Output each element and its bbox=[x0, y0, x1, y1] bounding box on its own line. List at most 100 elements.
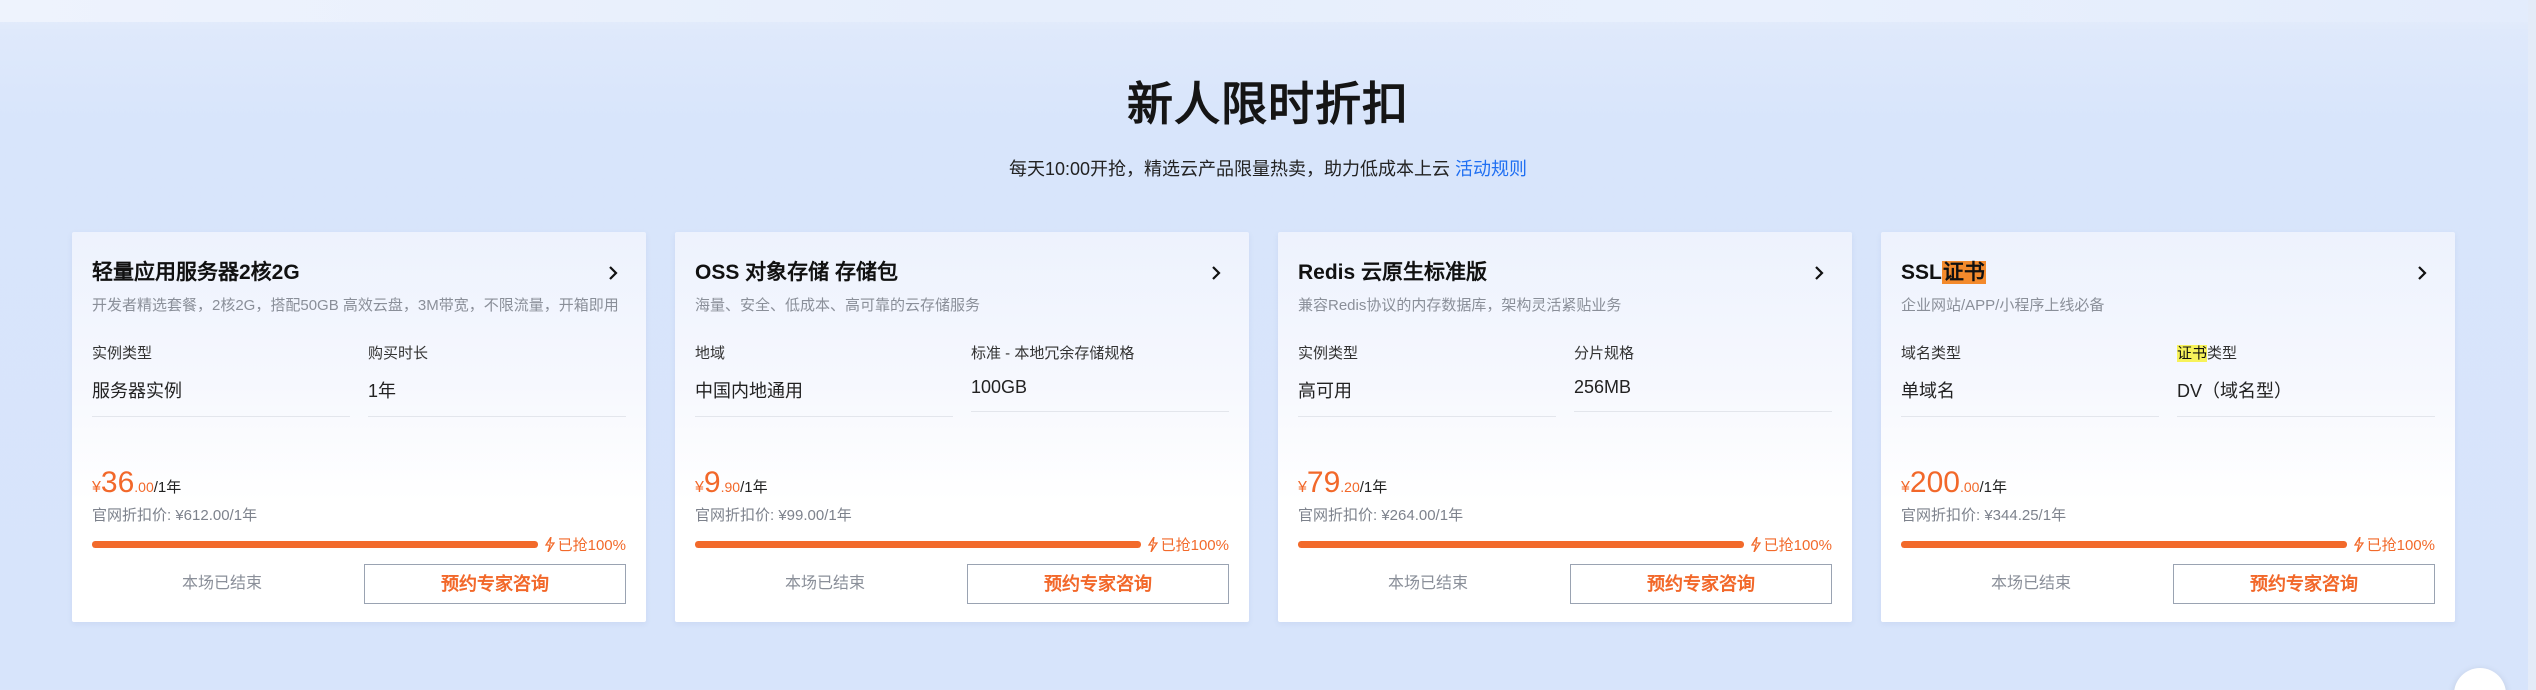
card-header[interactable]: SSL证书 bbox=[1901, 258, 2435, 288]
price-decimal: .90 bbox=[720, 479, 741, 495]
sold-status: 已抢100% bbox=[1147, 534, 1229, 555]
price: ¥200.00/1年 bbox=[1901, 466, 2007, 500]
spec-value: 高可用 bbox=[1298, 377, 1556, 417]
spec-label: 标准 - 本地冗余存储规格 bbox=[971, 345, 1135, 362]
chevron-right-icon bbox=[609, 266, 618, 280]
card-header[interactable]: Redis 云原生标准版 bbox=[1298, 258, 1832, 288]
subtitle-text: 每天10:00开抢，精选云产品限量热卖，助力低成本上云 bbox=[1008, 159, 1451, 179]
spec-label: 域名类型 bbox=[1901, 345, 1962, 362]
card-title: SSL证书 bbox=[1901, 258, 2435, 288]
sold-progress-bar bbox=[1298, 541, 1744, 548]
price-decimal: .20 bbox=[1340, 479, 1360, 495]
sold-status: 已抢100% bbox=[544, 534, 626, 555]
spec-region: 地域 中国内地通用 bbox=[695, 342, 953, 417]
price-integer: 79 bbox=[1306, 466, 1341, 499]
spec-value: 100GB bbox=[971, 377, 1229, 412]
consult-expert-button[interactable]: 预约专家咨询 bbox=[967, 564, 1229, 604]
product-card-redis: Redis 云原生标准版 兼容Redis协议的内存数据库，架构灵活紧贴业务 实例… bbox=[1278, 232, 1852, 622]
price-unit: /1年 bbox=[1979, 479, 2007, 496]
sold-text: 已抢100% bbox=[2366, 537, 2435, 554]
back-to-top-button[interactable] bbox=[2454, 668, 2506, 690]
spec-value: 256MB bbox=[1574, 377, 1832, 412]
consult-expert-button[interactable]: 预约专家咨询 bbox=[2173, 564, 2435, 604]
top-band bbox=[0, 0, 2536, 22]
sold-text: 已抢100% bbox=[1160, 537, 1229, 554]
original-price: 官网折扣价: ¥612.00/1年 bbox=[92, 507, 258, 524]
session-ended-label: 本场已结束 bbox=[1990, 575, 2071, 592]
sold-text: 已抢100% bbox=[557, 537, 626, 554]
progress-fill bbox=[1901, 541, 2347, 548]
card-description: 企业网站/APP/小程序上线必备 bbox=[1901, 297, 2105, 314]
spec-storage-size: 标准 - 本地冗余存储规格 100GB bbox=[971, 342, 1229, 412]
rules-link[interactable]: 活动规则 bbox=[1455, 159, 1527, 179]
price: ¥36.00/1年 bbox=[92, 466, 181, 500]
spec-label: 分片规格 bbox=[1574, 345, 1635, 362]
product-card-ssl: SSL证书 企业网站/APP/小程序上线必备 域名类型 单域名 证书类型 DV（… bbox=[1881, 232, 2455, 622]
price: ¥79.20/1年 bbox=[1298, 466, 1387, 500]
price-unit: /1年 bbox=[1359, 479, 1388, 496]
price-unit: /1年 bbox=[740, 479, 768, 496]
session-ended-label: 本场已结束 bbox=[181, 575, 262, 592]
original-price: 官网折扣价: ¥344.25/1年 bbox=[1901, 507, 2067, 524]
spec-label: 实例类型 bbox=[92, 345, 153, 362]
progress-fill bbox=[1298, 541, 1744, 548]
price-currency: ¥ bbox=[1901, 479, 1910, 496]
sold-progress-bar bbox=[695, 541, 1141, 548]
sold-status: 已抢100% bbox=[1750, 534, 1832, 555]
section-subtitle: 每天10:00开抢，精选云产品限量热卖，助力低成本上云 活动规则 bbox=[0, 155, 2536, 181]
price-decimal: .00 bbox=[1959, 479, 1980, 495]
price-integer: 200 bbox=[1909, 466, 1960, 499]
sold-progress-bar bbox=[92, 541, 538, 548]
label-rest: 类型 bbox=[2207, 345, 2238, 362]
title-prefix: SSL bbox=[1901, 261, 1942, 284]
spec-instance-type: 实例类型 高可用 bbox=[1298, 342, 1556, 417]
session-ended-label: 本场已结束 bbox=[784, 575, 865, 592]
card-description: 海量、安全、低成本、高可靠的云存储服务 bbox=[695, 297, 981, 314]
spec-cert-type: 证书类型 DV（域名型） bbox=[2177, 342, 2435, 417]
original-price: 官网折扣价: ¥99.00/1年 bbox=[695, 507, 852, 524]
price-currency: ¥ bbox=[695, 479, 704, 496]
card-description: 兼容Redis协议的内存数据库，架构灵活紧贴业务 bbox=[1298, 297, 1622, 314]
spec-label: 地域 bbox=[695, 345, 726, 362]
progress-fill bbox=[92, 541, 538, 548]
lightning-icon bbox=[2353, 536, 2364, 553]
sold-progress-bar bbox=[1901, 541, 2347, 548]
card-title: Redis 云原生标准版 bbox=[1298, 261, 1488, 284]
product-card-oss: OSS 对象存储 存储包 海量、安全、低成本、高可靠的云存储服务 地域 中国内地… bbox=[675, 232, 1249, 622]
section-title: 新人限时折扣 bbox=[1127, 78, 1409, 130]
lightning-icon bbox=[544, 536, 555, 553]
card-title: OSS 对象存储 存储包 bbox=[695, 261, 899, 284]
spec-value: 1年 bbox=[368, 377, 626, 417]
price-integer: 36 bbox=[100, 466, 135, 499]
spec-duration: 购买时长 1年 bbox=[368, 342, 626, 417]
spec-value: 单域名 bbox=[1901, 377, 2159, 417]
title-highlight: 证书 bbox=[1941, 261, 1986, 284]
spec-instance-type: 实例类型 服务器实例 bbox=[92, 342, 350, 417]
card-header[interactable]: OSS 对象存储 存储包 bbox=[695, 258, 1229, 288]
lightning-icon bbox=[1750, 536, 1761, 553]
lightning-icon bbox=[1147, 536, 1158, 553]
card-title: 轻量应用服务器2核2G bbox=[92, 261, 300, 284]
consult-expert-button[interactable]: 预约专家咨询 bbox=[1570, 564, 1832, 604]
spec-shard-size: 分片规格 256MB bbox=[1574, 342, 1832, 412]
price-unit: /1年 bbox=[153, 479, 182, 496]
product-card-lighthouse: 轻量应用服务器2核2G 开发者精选套餐，2核2G，搭配50GB 高效云盘，3M带… bbox=[72, 232, 646, 622]
sold-text: 已抢100% bbox=[1763, 537, 1832, 554]
card-header[interactable]: 轻量应用服务器2核2G bbox=[92, 258, 626, 288]
spec-label: 证书类型 bbox=[2177, 342, 2435, 363]
chevron-right-icon bbox=[2418, 266, 2427, 280]
spec-label: 购买时长 bbox=[368, 345, 429, 362]
price-currency: ¥ bbox=[1298, 479, 1307, 496]
chevron-right-icon bbox=[1815, 266, 1824, 280]
price-currency: ¥ bbox=[92, 479, 101, 496]
card-description: 开发者精选套餐，2核2G，搭配50GB 高效云盘，3M带宽，不限流量，开箱即用 bbox=[92, 297, 619, 314]
label-highlight: 证书 bbox=[2177, 345, 2208, 362]
spec-value: 中国内地通用 bbox=[695, 377, 953, 417]
session-ended-label: 本场已结束 bbox=[1387, 575, 1468, 592]
consult-expert-button[interactable]: 预约专家咨询 bbox=[364, 564, 626, 604]
spec-label: 实例类型 bbox=[1298, 345, 1359, 362]
spec-value: DV（域名型） bbox=[2177, 377, 2435, 417]
original-price: 官网折扣价: ¥264.00/1年 bbox=[1298, 507, 1464, 524]
sold-status: 已抢100% bbox=[2353, 534, 2435, 555]
price-decimal: .00 bbox=[134, 479, 154, 495]
